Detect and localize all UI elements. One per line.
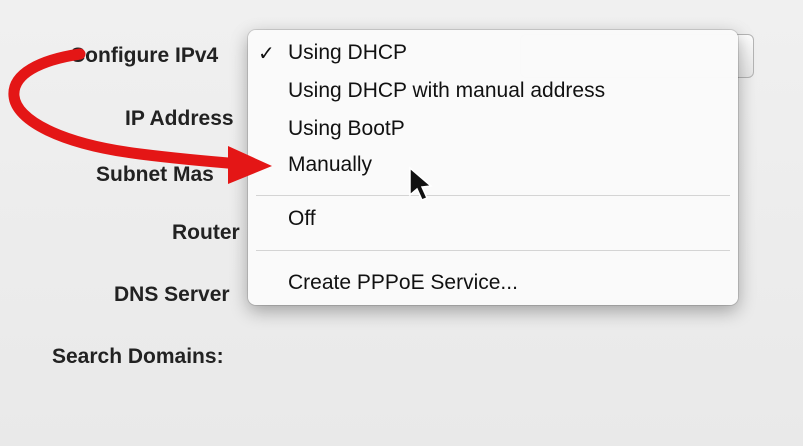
search-domains-label: Search Domains: — [52, 345, 224, 368]
menu-item-label: Off — [288, 207, 316, 230]
menu-item-label: Using BootP — [288, 117, 405, 140]
dns-server-label: DNS Server — [114, 283, 230, 306]
configure-ipv4-menu[interactable]: ✓ Using DHCP Using DHCP with manual addr… — [248, 30, 738, 305]
menu-separator — [256, 195, 730, 196]
menu-item-label: Create PPPoE Service... — [288, 271, 518, 294]
router-label: Router — [172, 221, 240, 244]
menu-item-label: Manually — [288, 153, 373, 176]
network-settings-panel: Configure IPv4 IP Address Subnet Mas Rou… — [0, 0, 803, 446]
menu-separator — [256, 250, 730, 251]
subnet-mask-label: Subnet Mas — [96, 163, 214, 186]
configure-ipv4-label: Configure IPv4 — [70, 44, 219, 67]
menu-item-bootp[interactable]: Using BootP — [248, 112, 738, 146]
menu-item-off[interactable]: Off — [248, 202, 738, 236]
menu-item-create-pppoe[interactable]: Create PPPoE Service... — [248, 266, 738, 300]
ip-address-label: IP Address — [125, 107, 234, 130]
menu-item-dhcp-manual[interactable]: Using DHCP with manual address — [248, 74, 738, 108]
menu-item-manually[interactable]: Manually — [248, 148, 738, 182]
menu-item-label: Using DHCP with manual address — [288, 79, 606, 102]
checkmark-icon: ✓ — [258, 43, 275, 65]
menu-item-using-dhcp[interactable]: ✓ Using DHCP — [248, 36, 738, 70]
menu-item-label: Using DHCP — [288, 41, 408, 64]
